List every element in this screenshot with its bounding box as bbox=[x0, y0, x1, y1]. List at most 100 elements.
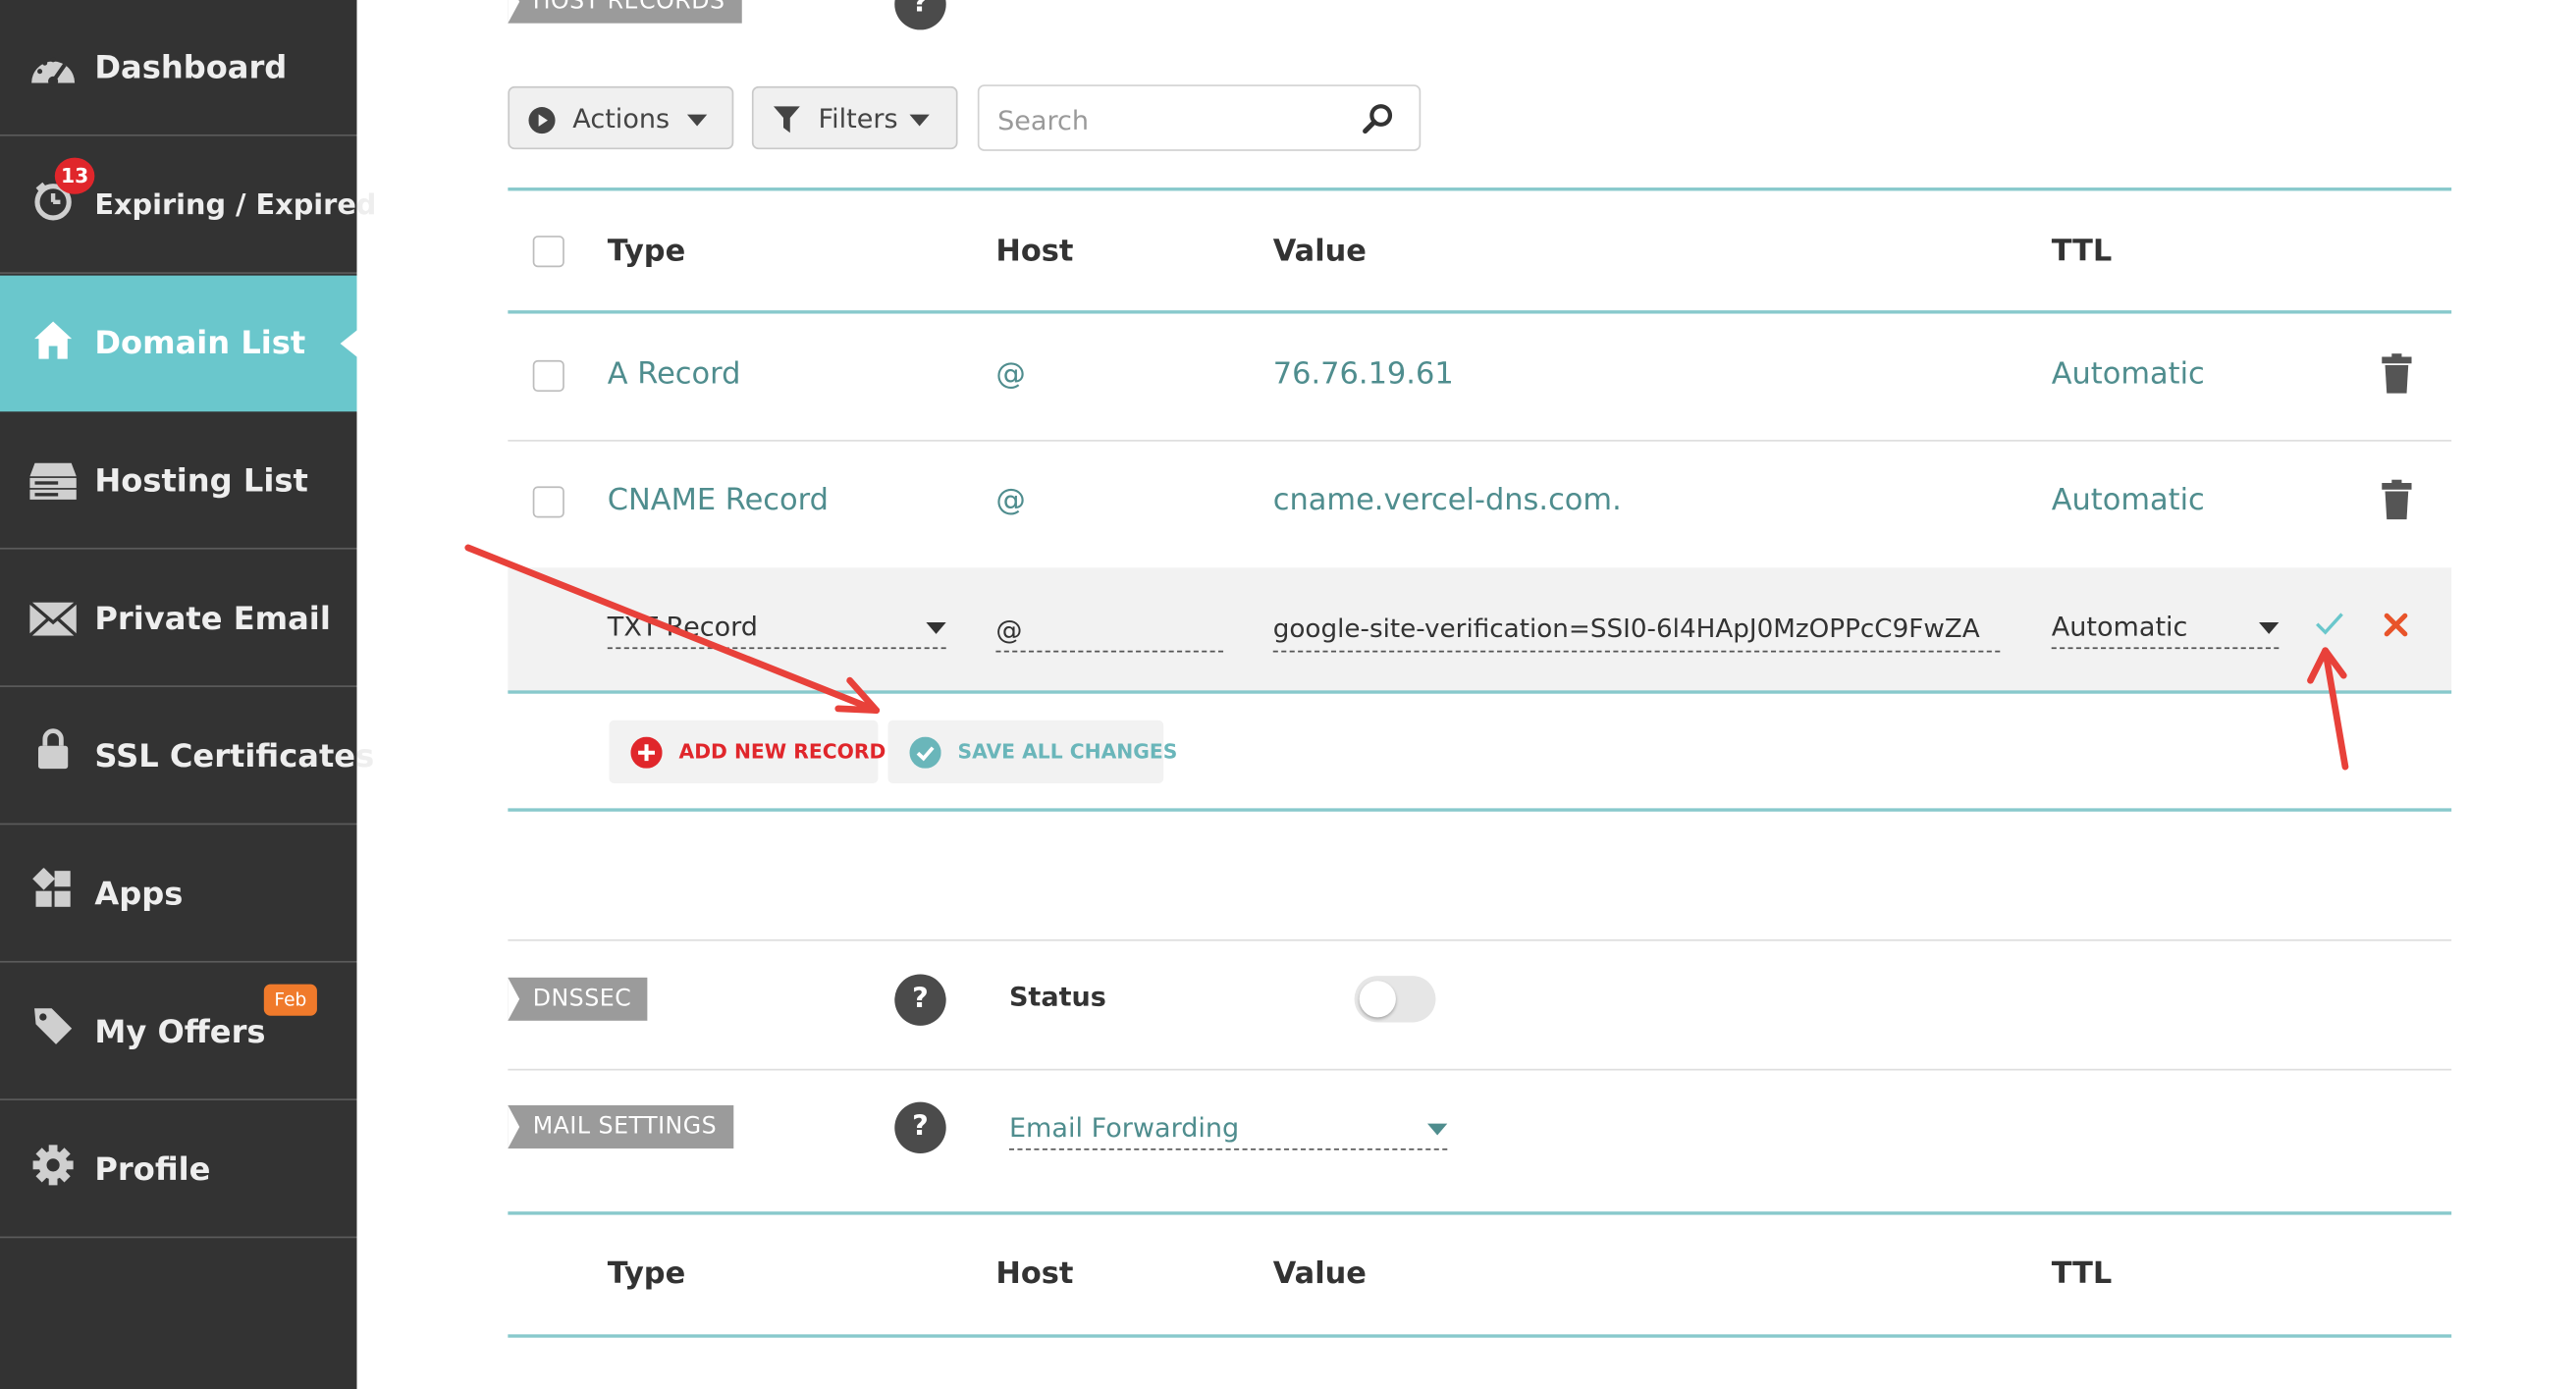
column-header-ttl: TTL bbox=[2051, 234, 2113, 269]
row-divider bbox=[508, 440, 2452, 442]
mail-settings-tag: MAIL SETTINGS bbox=[508, 1105, 734, 1149]
sidebar-item-hosting-list[interactable]: Hosting List bbox=[0, 413, 357, 550]
row-checkbox[interactable] bbox=[532, 486, 564, 518]
add-circle-icon bbox=[630, 736, 663, 769]
record-ttl[interactable]: Automatic bbox=[2052, 357, 2205, 393]
table-top-border bbox=[508, 1211, 2452, 1215]
toggle-knob bbox=[1359, 981, 1396, 1018]
home-icon bbox=[34, 321, 73, 359]
tag-icon bbox=[34, 1008, 73, 1044]
offers-badge: Feb bbox=[263, 984, 317, 1016]
sidebar-item-private-email[interactable]: Private Email bbox=[0, 551, 357, 687]
sidebar-item-dashboard[interactable]: Dashboard bbox=[0, 0, 357, 136]
check-circle-icon bbox=[909, 736, 941, 769]
chevron-down-icon bbox=[2259, 622, 2280, 634]
search-box bbox=[977, 84, 1422, 151]
apps-grid-icon bbox=[32, 868, 71, 907]
actions-button[interactable]: Actions bbox=[508, 85, 734, 150]
sidebar-item-expiring[interactable]: Expiring / Expired bbox=[0, 137, 376, 274]
column-header-value: Value bbox=[1272, 234, 1367, 269]
record-host[interactable]: @ bbox=[995, 483, 1025, 518]
section-divider bbox=[508, 1068, 2452, 1071]
sidebar-item-label: SSL Certificates bbox=[94, 738, 375, 775]
search-icon[interactable] bbox=[1363, 103, 1394, 134]
dnssec-tag: DNSSEC bbox=[508, 977, 649, 1021]
table-header-border bbox=[508, 1334, 2452, 1338]
chevron-down-icon bbox=[926, 622, 946, 634]
sidebar-item-ssl-certificates[interactable]: SSL Certificates bbox=[0, 689, 374, 826]
sidebar-item-label: Expiring / Expired bbox=[94, 188, 377, 223]
annotation-arrows bbox=[464, 544, 2349, 771]
sidebar-item-label: Profile bbox=[94, 1151, 211, 1189]
dnssec-help-icon[interactable]: ? bbox=[894, 974, 946, 1026]
sidebar-item-label: My Offers bbox=[94, 1014, 266, 1051]
record-value[interactable]: 76.76.19.61 bbox=[1273, 357, 1454, 393]
table-header-border bbox=[508, 310, 2452, 314]
dnssec-status-label: Status bbox=[1008, 981, 1106, 1013]
record-type-value: TXT Record bbox=[607, 611, 758, 643]
table-top-border bbox=[508, 187, 2452, 191]
save-all-changes-label: SAVE ALL CHANGES bbox=[957, 740, 1178, 764]
play-icon bbox=[528, 107, 556, 134]
chevron-down-icon bbox=[909, 114, 930, 127]
filter-icon bbox=[773, 106, 800, 134]
save-all-changes-button[interactable]: SAVE ALL CHANGES bbox=[887, 720, 1177, 784]
sidebar-item-profile[interactable]: Profile bbox=[0, 1102, 357, 1239]
section-divider bbox=[508, 938, 2452, 941]
column-header-host: Host bbox=[995, 234, 1074, 269]
envelope-icon bbox=[28, 601, 78, 637]
search-input[interactable] bbox=[993, 99, 1367, 140]
actions-label: Actions bbox=[572, 102, 671, 134]
column-header-type: Type bbox=[607, 1255, 686, 1292]
row-checkbox[interactable] bbox=[532, 359, 564, 393]
trash-icon[interactable] bbox=[2382, 353, 2412, 394]
host-input[interactable]: @ bbox=[995, 614, 1224, 653]
mail-settings-help-icon[interactable]: ? bbox=[894, 1101, 946, 1154]
column-header-host: Host bbox=[995, 1255, 1074, 1292]
record-value[interactable]: cname.vercel-dns.com. bbox=[1273, 483, 1622, 518]
value-input-value: google-site-verification=SSI0-6l4HApJ0Mz… bbox=[1272, 614, 1980, 644]
save-check-icon[interactable] bbox=[2316, 613, 2344, 636]
ttl-select[interactable]: Automatic bbox=[2051, 611, 2280, 650]
host-records-tag: HOST RECORDS bbox=[508, 0, 742, 24]
value-input[interactable]: google-site-verification=SSI0-6l4HApJ0Mz… bbox=[1272, 614, 2001, 653]
cancel-x-icon[interactable] bbox=[2384, 613, 2408, 637]
ttl-select-value: Automatic bbox=[2051, 611, 2188, 643]
table-bottom-border bbox=[508, 690, 2452, 694]
record-type[interactable]: CNAME Record bbox=[608, 483, 829, 518]
mail-settings-select[interactable]: Email Forwarding bbox=[1008, 1111, 1448, 1150]
sidebar-item-apps[interactable]: Apps bbox=[0, 827, 357, 963]
sidebar-item-label: Dashboard bbox=[94, 49, 288, 86]
record-host[interactable]: @ bbox=[995, 357, 1025, 393]
record-type[interactable]: A Record bbox=[608, 357, 741, 393]
sidebar: Dashboard Expiring / Expired Domain List… bbox=[0, 0, 376, 1389]
expiring-count-badge: 13 bbox=[54, 157, 95, 194]
speedometer-icon bbox=[31, 57, 76, 86]
sidebar-item-domain-list[interactable]: Domain List bbox=[0, 275, 357, 412]
filters-button[interactable]: Filters bbox=[751, 85, 958, 150]
sidebar-item-label: Hosting List bbox=[94, 462, 308, 500]
dnssec-toggle[interactable] bbox=[1354, 976, 1436, 1023]
sidebar-item-label: Private Email bbox=[94, 601, 331, 638]
filters-label: Filters bbox=[818, 102, 898, 134]
host-records-help-icon[interactable]: ? bbox=[894, 0, 946, 30]
host-input-value: @ bbox=[995, 614, 1023, 646]
record-type-select[interactable]: TXT Record bbox=[607, 611, 946, 650]
server-icon bbox=[29, 462, 77, 500]
sidebar-item-label: Apps bbox=[94, 876, 184, 913]
chevron-down-icon bbox=[1427, 1123, 1448, 1136]
add-new-record-label: ADD NEW RECORD bbox=[678, 740, 886, 764]
column-header-ttl: TTL bbox=[2051, 1255, 2113, 1292]
lock-icon bbox=[37, 728, 69, 770]
select-all-checkbox[interactable] bbox=[532, 236, 564, 268]
add-new-record-button[interactable]: ADD NEW RECORD bbox=[609, 720, 886, 784]
sidebar-item-label: Domain List bbox=[94, 325, 306, 362]
column-header-type: Type bbox=[607, 234, 686, 269]
column-header-value: Value bbox=[1272, 1255, 1367, 1292]
section-bottom-border bbox=[508, 808, 2452, 812]
gear-icon bbox=[32, 1145, 74, 1186]
chevron-down-icon bbox=[686, 114, 708, 127]
trash-icon[interactable] bbox=[2382, 479, 2412, 520]
mail-settings-value: Email Forwarding bbox=[1008, 1111, 1240, 1144]
record-ttl[interactable]: Automatic bbox=[2052, 483, 2205, 518]
